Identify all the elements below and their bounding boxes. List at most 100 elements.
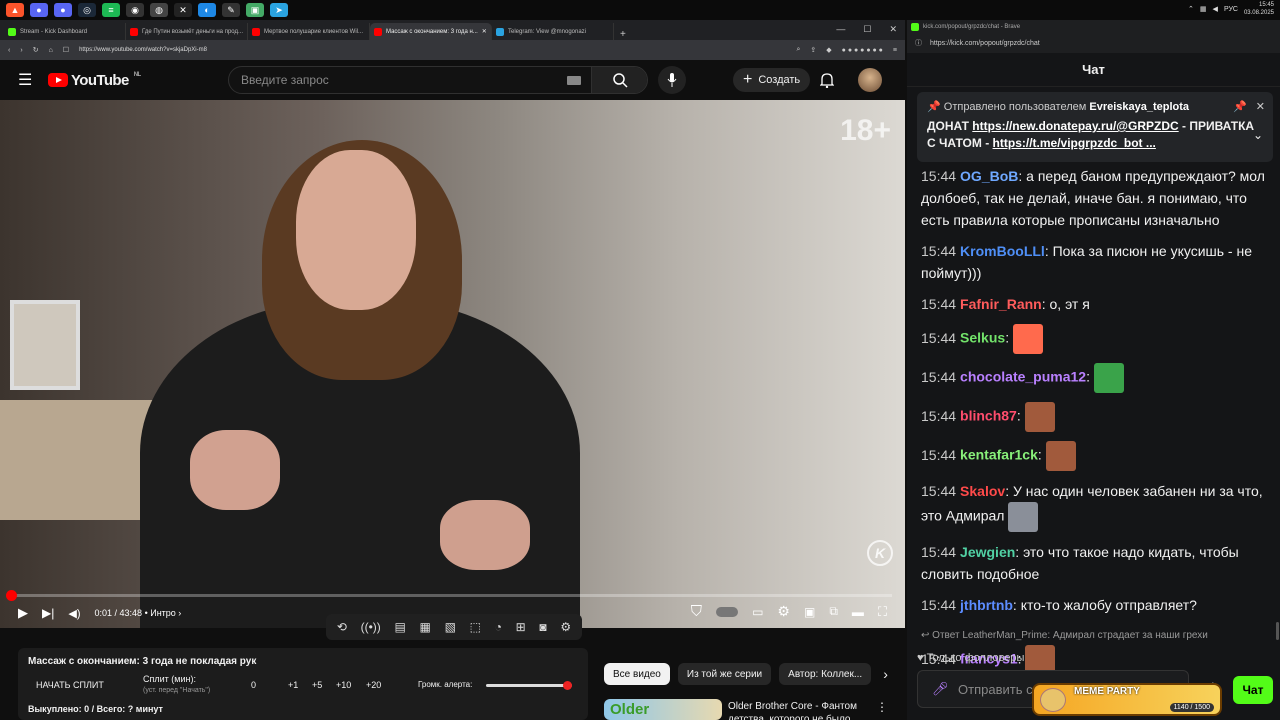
browser-tab[interactable]: Мертвое полушарие клиентов Wil... [248,23,370,40]
app-icon[interactable]: ▣ [246,3,264,17]
forward-icon[interactable]: › [20,47,22,54]
hamburger-menu-icon[interactable]: ☰ [18,70,48,90]
chip-same-series[interactable]: Из той же серии [677,663,772,685]
vpn-icon[interactable]: ◐ [198,3,216,17]
create-button[interactable]: + Создать [733,68,811,92]
subtitles-icon[interactable]: ▭ [752,605,763,619]
search-input[interactable] [229,73,567,87]
adblock-shield-icon[interactable]: ⛉ [691,603,702,620]
browser-tab[interactable]: Stream - Kick Dashboard [4,23,126,40]
next-icon[interactable]: ▶| [42,606,54,620]
close-tab-icon[interactable]: ✕ [482,28,487,35]
discord-icon[interactable]: ● [54,3,72,17]
miniplayer-icon[interactable]: ▣ [804,605,815,619]
spotify-icon[interactable]: ≡ [102,3,120,17]
chat-username[interactable]: chocolate_puma12 [960,369,1086,385]
chevron-right-icon[interactable]: › [883,666,888,682]
chip-author[interactable]: Автор: Коллек... [779,663,872,685]
expand-pinned-icon[interactable]: ⌄ [1253,128,1263,142]
send-chat-button[interactable]: Чат [1233,676,1273,704]
alert-volume-slider[interactable] [486,681,572,690]
emote-image[interactable] [1024,402,1055,432]
zoom-icon[interactable]: ⌕ [796,46,800,54]
tray-chevron-icon[interactable]: ⌃ [1188,5,1194,13]
progress-bar[interactable] [6,590,892,601]
maximize-button[interactable]: ☐ [863,24,871,35]
split-minutes-value[interactable]: 0 [251,680,256,690]
clock[interactable]: 15:45 03.08.2025 [1244,1,1274,17]
pin-toggle-icon[interactable]: 📌 [1233,100,1247,113]
extension-settings-icon[interactable]: ⚙ [560,620,571,634]
youtube-logo[interactable]: YouTube NL [48,72,141,89]
user-avatar[interactable] [858,68,882,92]
add-10-button[interactable]: +10 [336,680,351,690]
close-pinned-icon[interactable]: ✕ [1256,100,1265,113]
recommendation-thumbnail[interactable]: Older [604,699,722,720]
broadcast-icon[interactable]: ((•)) [361,620,381,634]
more-options-icon[interactable]: ⋮ [876,700,888,714]
donate-link[interactable]: https://new.donatepay.ru/@GRPZDC [972,119,1178,133]
chat-username[interactable]: KromBooLLl [960,243,1045,259]
video-player[interactable]: 18+ K ▶ ▶| ◀) 0:01 / 43:48 • Интро › ⛉ ▭… [0,100,905,628]
bookmark-icon[interactable]: ☐ [63,46,69,54]
emote-image[interactable] [1012,324,1043,354]
recommendation-title[interactable]: Older Brother Core - Фантом детства, кот… [728,700,868,720]
image-icon[interactable]: ▧ [445,620,456,634]
playlist-icon[interactable]: ▤ [395,620,406,634]
share-icon[interactable]: ⇪ [810,46,816,54]
epic-icon[interactable]: ✕ [174,3,192,17]
chat-username[interactable]: Jewgien [960,544,1015,560]
chat-username[interactable]: OG_BoB [960,168,1018,184]
network-icon[interactable]: ▦ [1200,5,1207,13]
alert-volume-knob[interactable] [563,681,572,690]
add-20-button[interactable]: +20 [366,680,381,690]
url-field[interactable]: https://www.youtube.com/watch?v=skjaDpXi… [79,47,786,53]
chat-scrollbar[interactable] [1276,622,1279,640]
emote-image[interactable] [1093,363,1124,393]
loop-icon[interactable]: ⟲ [337,620,347,634]
chat-url[interactable]: https://kick.com/popout/grpzdc/chat [930,40,1040,47]
keyboard-icon[interactable] [567,75,581,85]
voice-search-button[interactable] [658,66,686,94]
theater-mode-icon[interactable]: ▬ [852,605,864,619]
reply-preview[interactable]: ↩ Ответ LeatherMan_Prime: Адмирал страда… [921,625,1271,647]
film-icon[interactable]: ▦ [420,620,431,634]
emote-image[interactable] [1008,502,1039,532]
brave-shield-icon[interactable]: ◆ [826,46,831,54]
volume-icon[interactable]: ◀ [1213,5,1218,13]
microphone-icon[interactable]: 🎤︎ [932,681,949,697]
browser-tab-active[interactable]: Массаж с окончанием: 3 года н... ✕ [370,23,492,40]
back-icon[interactable]: ‹ [8,47,10,54]
info-icon[interactable]: ⓘ [915,38,922,48]
telegram-bot-link[interactable]: https://t.me/vipgrpzdc_bot ... [993,136,1156,150]
menu-icon[interactable]: ≡ [893,47,897,54]
obs-icon[interactable]: ◉ [126,3,144,17]
autoplay-toggle[interactable] [716,606,739,617]
reload-icon[interactable]: ↻ [33,46,39,54]
emote-image[interactable] [1045,441,1076,471]
home-icon[interactable]: ⌂ [49,47,53,54]
chip-all-videos[interactable]: Все видео [604,663,670,685]
meme-party-widget[interactable]: MEME PARTY 1140 / 1500 [1032,683,1222,716]
chat-username[interactable]: blinch87 [960,408,1017,424]
new-tab-button[interactable]: + [620,29,626,40]
add-5-button[interactable]: +5 [312,680,322,690]
screenshot-icon[interactable]: ◙ [539,620,546,634]
play-icon[interactable]: ▶ [18,605,28,621]
start-split-button[interactable]: НАЧАТЬ СПЛИТ [36,680,104,690]
app-icon[interactable]: ✎ [222,3,240,17]
chat-username[interactable]: kentafar1ck [960,447,1038,463]
add-1-button[interactable]: +1 [288,680,298,690]
pip-icon[interactable]: ⧉ [829,604,838,619]
notifications-bell-icon[interactable] [819,72,835,93]
extensions-icon[interactable]: ● ● ● ● ● ● ● [842,47,883,54]
speed-icon[interactable]: ◔ [495,620,502,634]
chat-username[interactable]: jthbrtnb [960,597,1013,613]
telegram-icon[interactable]: ➤ [270,3,288,17]
chat-username[interactable]: Selkus [960,330,1005,346]
chat-username[interactable]: Skalov [960,483,1005,499]
channel-watermark[interactable]: K [867,540,893,566]
search-button[interactable] [591,67,647,93]
browser-tab[interactable]: Telegram: View @mnogonazi [492,23,614,40]
minimize-button[interactable]: — [836,24,845,35]
